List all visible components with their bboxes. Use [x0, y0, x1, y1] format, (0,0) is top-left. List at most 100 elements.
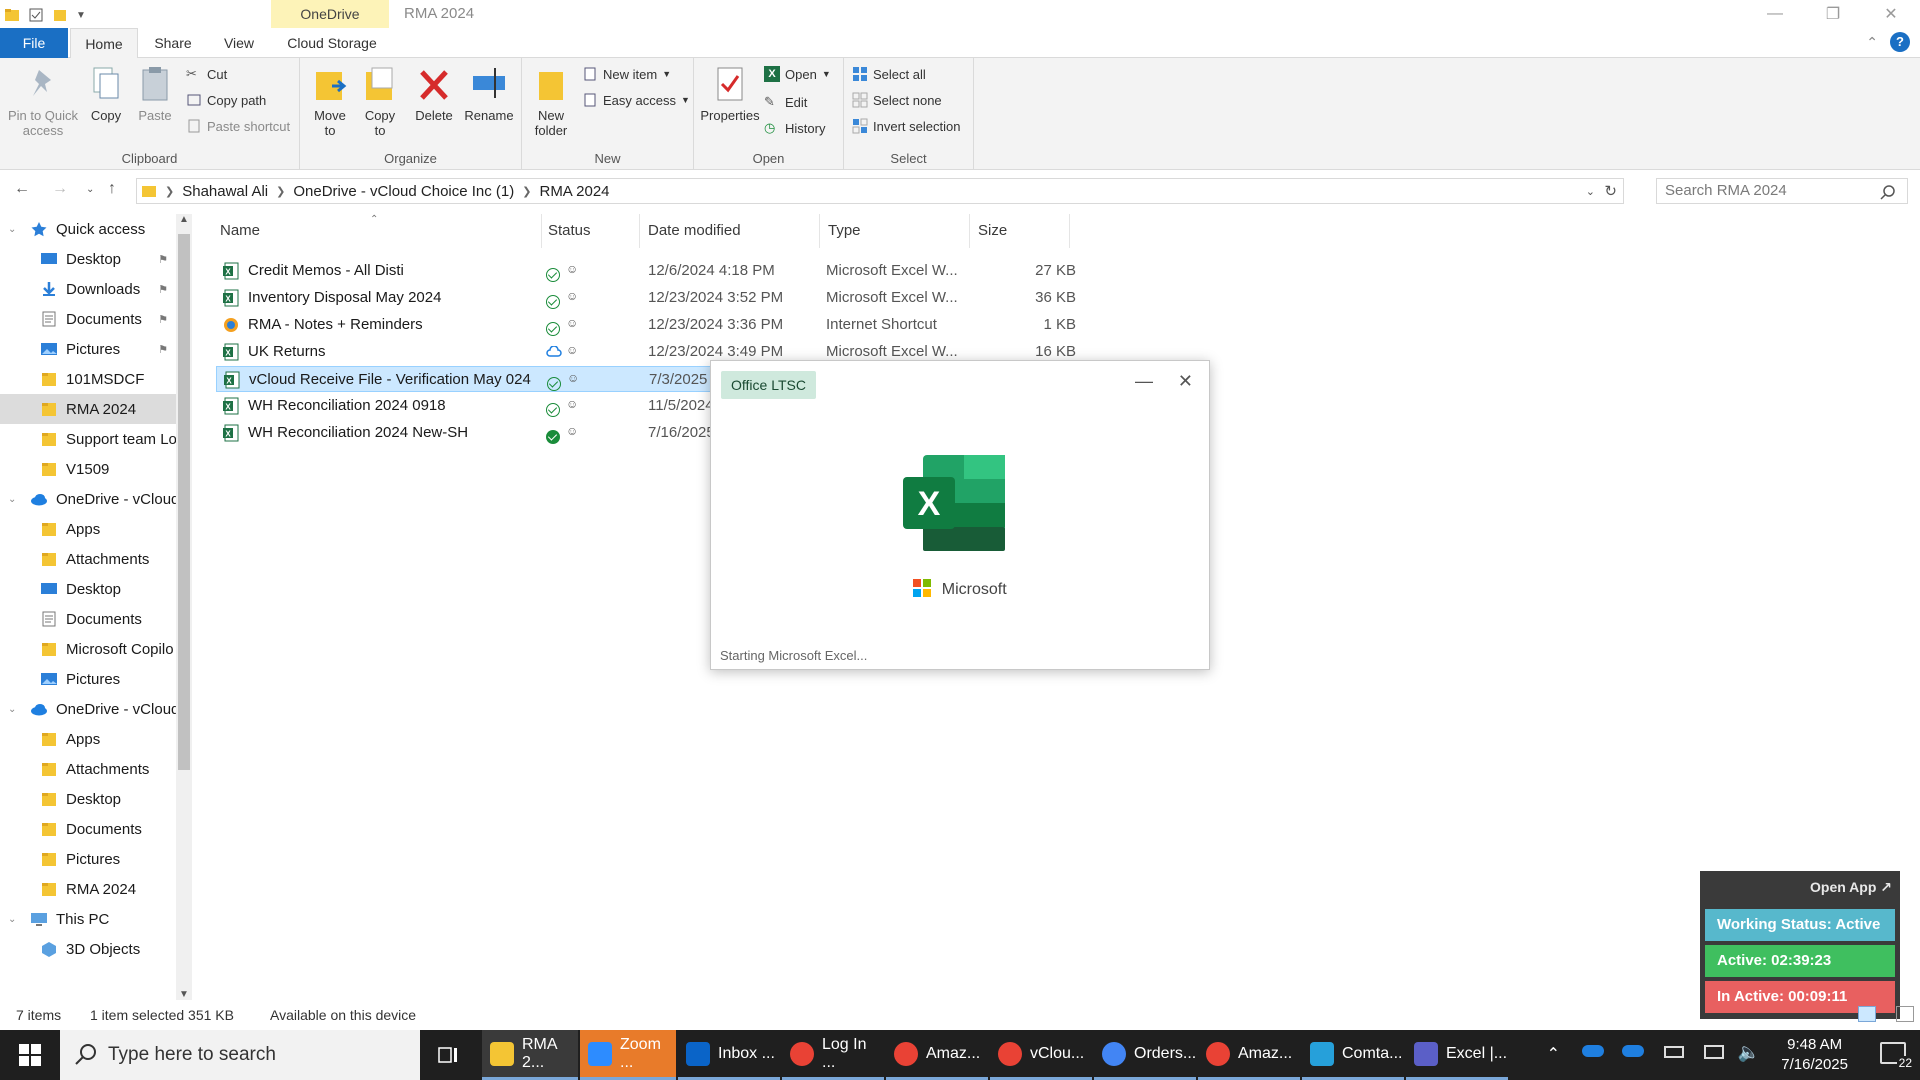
new-folder-icon[interactable] — [52, 7, 68, 23]
address-bar[interactable]: ❯ Shahawal Ali ❯ OneDrive - vCloud Choic… — [136, 178, 1624, 204]
nav-item[interactable]: Desktop — [0, 574, 176, 604]
taskbar-app[interactable]: vClou... — [990, 1030, 1092, 1080]
new-folder-button[interactable]: New folder — [526, 64, 576, 138]
refresh-icon[interactable]: ↻ — [1604, 182, 1617, 200]
column-header-size[interactable]: Size — [970, 214, 1070, 248]
onedrive-icon[interactable] — [1582, 1045, 1604, 1057]
nav-item[interactable]: Documents — [0, 604, 176, 634]
nav-item[interactable]: ⌄ OneDrive - vCloud — [0, 484, 176, 514]
nav-item[interactable]: Pictures — [0, 664, 176, 694]
taskbar-app[interactable]: Amaz... — [1198, 1030, 1300, 1080]
column-header-type[interactable]: Type — [820, 214, 970, 248]
paste-button[interactable]: Paste — [132, 64, 178, 123]
nav-item[interactable]: Support team Lo — [0, 424, 176, 454]
tab-cloud-storage[interactable]: Cloud Storage — [282, 28, 382, 58]
large-icons-view-icon[interactable] — [1896, 1006, 1914, 1022]
file-row[interactable]: RMA - Notes + Reminders ☺ 12/23/2024 3:36 … — [216, 312, 1076, 338]
nav-item[interactable]: ⌄ Quick access — [0, 214, 176, 244]
nav-item[interactable]: Attachments — [0, 754, 176, 784]
restore-button[interactable]: ❐ — [1804, 0, 1862, 28]
nav-item[interactable]: Attachments — [0, 544, 176, 574]
clock[interactable]: 9:48 AM 7/16/2025 — [1781, 1035, 1848, 1075]
address-dropdown-icon[interactable]: ⌄ — [1586, 185, 1595, 198]
network-icon[interactable] — [1704, 1045, 1724, 1059]
copy-button[interactable]: Copy — [84, 64, 128, 123]
show-hidden-icons-icon[interactable]: ⌃ — [1547, 1044, 1560, 1064]
tab-share[interactable]: Share — [150, 28, 196, 58]
nav-item[interactable]: Apps — [0, 514, 176, 544]
nav-scrollbar-thumb[interactable] — [178, 234, 190, 770]
tab-home[interactable]: Home — [70, 28, 138, 59]
breadcrumb-user[interactable]: Shahawal Ali — [182, 183, 268, 200]
column-header-date-modified[interactable]: Date modified — [640, 214, 820, 248]
splash-minimize-button[interactable]: — — [1135, 371, 1153, 392]
customize-qat-icon[interactable]: ▼ — [76, 10, 86, 21]
taskbar-app[interactable]: RMA 2... — [482, 1030, 578, 1080]
column-header-status[interactable]: Status — [540, 214, 640, 248]
nav-item[interactable]: ⌄ OneDrive - vCloud — [0, 694, 176, 724]
nav-item[interactable]: Desktop — [0, 784, 176, 814]
tab-view[interactable]: View — [220, 28, 258, 58]
nav-item[interactable]: Microsoft Copilo — [0, 634, 176, 664]
scroll-down-icon[interactable]: ▼ — [179, 989, 189, 1000]
taskbar-app[interactable]: Log In ... — [782, 1030, 884, 1080]
splash-close-button[interactable]: ✕ — [1178, 371, 1193, 392]
nav-item[interactable]: Desktop ⚑ — [0, 244, 176, 274]
nav-item[interactable]: Documents — [0, 814, 176, 844]
scroll-up-icon[interactable]: ▲ — [179, 214, 189, 225]
taskbar-app[interactable]: Zoom ... — [580, 1030, 676, 1080]
nav-item[interactable]: RMA 2024 — [0, 874, 176, 904]
edit-button[interactable]: ✎ Edit — [764, 94, 807, 110]
select-none-button[interactable]: Select none — [852, 92, 942, 108]
close-button[interactable]: ✕ — [1862, 0, 1920, 28]
properties-icon[interactable] — [28, 7, 44, 23]
new-item-button[interactable]: New item ▼ — [582, 66, 671, 82]
nav-item[interactable]: 3D Objects — [0, 934, 176, 964]
invert-selection-button[interactable]: Invert selection — [852, 118, 960, 134]
file-row[interactable]: X Credit Memos - All Disti ☺ 12/6/2024 4:18… — [216, 258, 1076, 284]
file-row[interactable]: X Inventory Disposal May 2024 ☺ 12/23/2024 … — [216, 285, 1076, 311]
rename-button[interactable]: Rename — [462, 64, 516, 123]
expand-chevron-icon[interactable]: ⌄ — [8, 224, 16, 235]
taskbar-app[interactable]: Amaz... — [886, 1030, 988, 1080]
help-icon[interactable]: ? — [1890, 32, 1910, 52]
taskbar-app[interactable]: Comta... — [1302, 1030, 1404, 1080]
recent-locations-icon[interactable]: ⌄ — [86, 184, 94, 195]
onedrive-business-icon[interactable] — [1622, 1045, 1644, 1057]
easy-access-button[interactable]: Easy access ▼ — [582, 92, 690, 108]
copy-to-button[interactable]: Copy to — [358, 64, 402, 138]
battery-icon[interactable] — [1664, 1046, 1684, 1058]
volume-icon[interactable]: 🔈 — [1738, 1042, 1760, 1063]
breadcrumb-onedrive[interactable]: OneDrive - vCloud Choice Inc (1) — [293, 183, 514, 200]
forward-arrow-icon[interactable]: → — [52, 180, 68, 198]
nav-item[interactable]: Apps — [0, 724, 176, 754]
file-row[interactable]: XvCloud Receive File - Verification May … — [216, 366, 728, 392]
search-input[interactable]: Search RMA 2024 — [1656, 178, 1908, 204]
up-arrow-icon[interactable]: ↑ — [108, 180, 116, 198]
back-arrow-icon[interactable]: ← — [14, 180, 30, 198]
search-icon[interactable] — [1880, 184, 1896, 200]
start-button[interactable] — [0, 1030, 60, 1080]
collapse-ribbon-icon[interactable]: ⌃ — [1866, 34, 1878, 51]
nav-item[interactable]: V1509 — [0, 454, 176, 484]
task-view-icon[interactable] — [436, 1043, 460, 1071]
taskbar-app[interactable]: Inbox ... — [678, 1030, 780, 1080]
taskbar-search-input[interactable]: Type here to search — [60, 1030, 420, 1080]
paste-shortcut-button[interactable]: Paste shortcut — [186, 118, 290, 134]
nav-item[interactable]: Downloads ⚑ — [0, 274, 176, 304]
nav-item[interactable]: Documents ⚑ — [0, 304, 176, 334]
open-app-button[interactable]: Open App ↗ — [1810, 879, 1892, 896]
pin-to-quick-access-button[interactable]: Pin to Quick access — [4, 64, 82, 138]
nav-scrollbar[interactable]: ▲ ▼ — [176, 214, 192, 1000]
expand-chevron-icon[interactable]: ⌄ — [8, 704, 16, 715]
copy-path-button[interactable]: Copy path — [186, 92, 266, 108]
expand-chevron-icon[interactable]: ⌄ — [8, 494, 16, 505]
move-to-button[interactable]: Move to — [308, 64, 352, 138]
open-button[interactable]: X Open ▼ — [764, 66, 831, 82]
taskbar-app[interactable]: Orders... — [1094, 1030, 1196, 1080]
nav-item[interactable]: RMA 2024 — [0, 394, 176, 424]
tab-file[interactable]: File — [0, 28, 68, 58]
cut-button[interactable]: ✂ Cut — [186, 66, 227, 82]
history-button[interactable]: ◷ History — [764, 120, 825, 136]
nav-item[interactable]: Pictures — [0, 844, 176, 874]
